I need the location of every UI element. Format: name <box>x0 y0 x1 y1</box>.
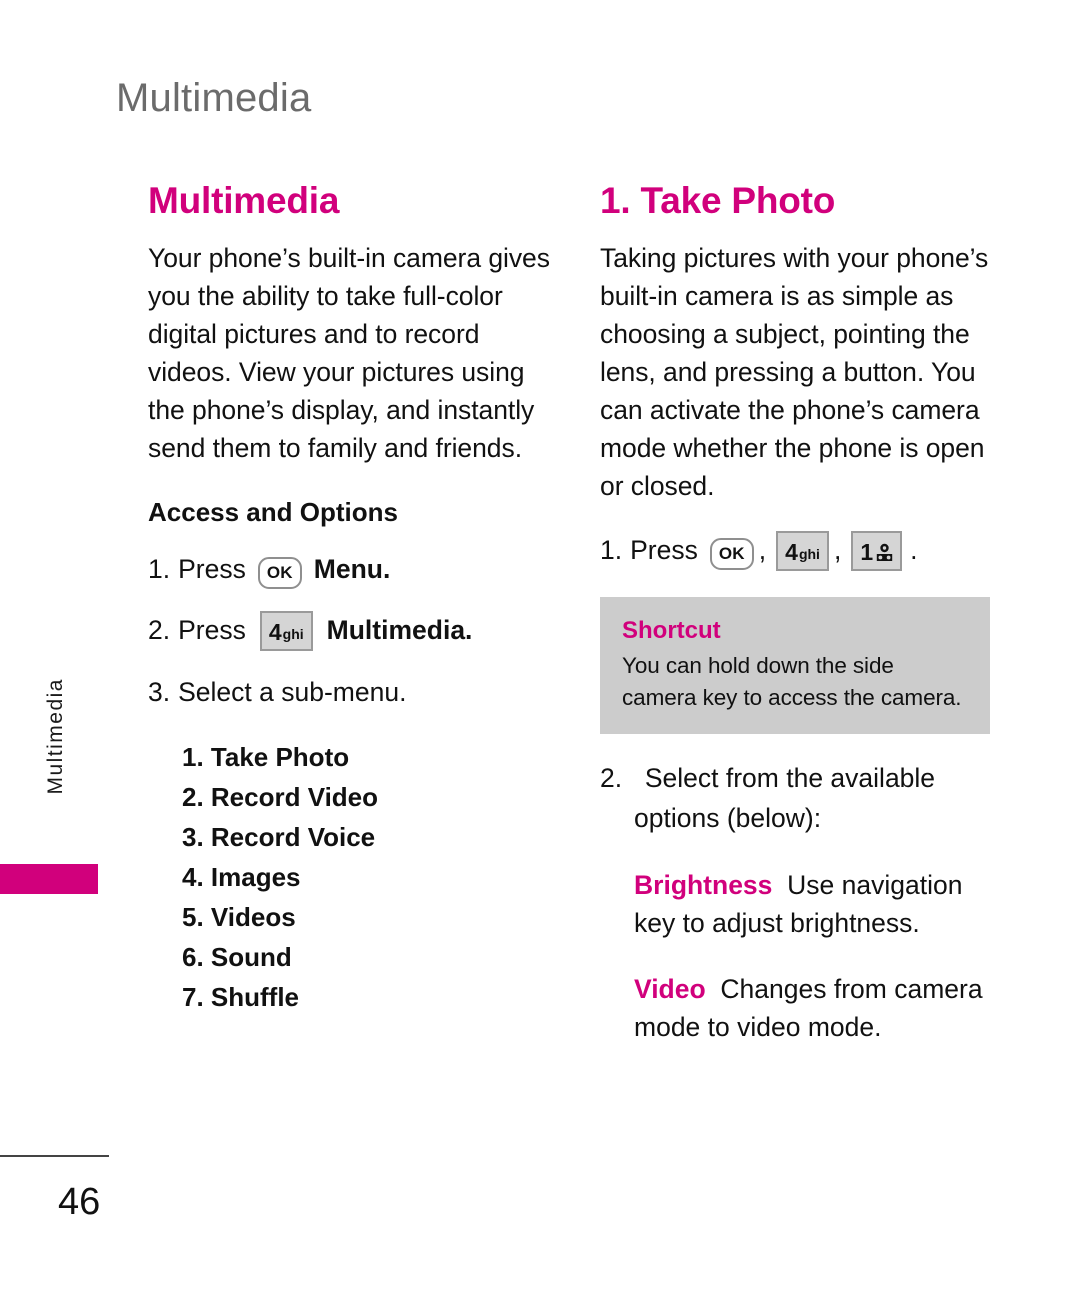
left-column: Multimedia Your phone’s built-in camera … <box>148 180 560 1017</box>
footer-rule <box>0 1155 109 1157</box>
numeric-key-4ghi-icon[interactable]: 4ghi <box>776 530 829 571</box>
key-letters: ghi <box>282 626 304 643</box>
step-verb: Press <box>178 615 246 646</box>
right-intro-paragraph: Taking pictures with your phone’s built-… <box>600 242 989 501</box>
access-and-options-heading: Access and Options <box>148 496 398 527</box>
list-item[interactable]: 7. Shuffle <box>182 977 560 1017</box>
step-target-menu: Menu. <box>313 554 391 585</box>
step-number: 1. <box>600 534 623 565</box>
option-brightness: Brightness Use navigation key to adjust … <box>600 866 1000 942</box>
numeric-key-1-icon[interactable]: 1 <box>851 530 903 571</box>
callout-title: Shortcut <box>622 616 721 644</box>
list-item[interactable]: 3. Record Voice <box>182 817 560 857</box>
side-tab-marker <box>0 864 98 894</box>
step-target-multimedia: Multimedia. <box>326 615 473 646</box>
step-number: 2. <box>148 615 171 646</box>
key-digit: 4 <box>785 538 798 565</box>
option-term: Brightness <box>634 870 773 901</box>
step-press-4: 2. Press 4ghi Multimedia. <box>148 611 560 652</box>
step-verb: Press <box>178 554 246 585</box>
step-number: 3. <box>148 677 171 708</box>
step-select-submenu: 3. Select a sub-menu. <box>148 673 560 711</box>
step-select-options: 2. Select from the available options (be… <box>600 758 1000 838</box>
step-press-sequence: 1. Press OK , 4ghi , 1 . <box>600 530 1000 571</box>
step-number: 2. <box>600 763 623 794</box>
list-item[interactable]: 1. Take Photo <box>182 737 560 777</box>
option-video: Video Changes from camera mode to video … <box>600 970 1000 1046</box>
numeric-key-4ghi-icon[interactable]: 4ghi <box>259 611 313 652</box>
side-tab-label: Multimedia <box>44 678 67 795</box>
sentence-period: . <box>910 534 918 565</box>
page-number: 46 <box>58 1181 101 1223</box>
step-number: 1. <box>148 554 171 585</box>
separator-comma: , <box>833 534 842 565</box>
list-item[interactable]: 2. Record Video <box>182 777 560 817</box>
manual-page: Multimedia Multimedia Multimedia Your ph… <box>0 0 1080 1295</box>
right-section-title: 1. Take Photo <box>600 180 836 221</box>
ok-key-icon[interactable]: OK <box>709 537 754 570</box>
step-text: Select from the available options (below… <box>634 763 936 834</box>
separator-comma: , <box>758 534 767 565</box>
list-item[interactable]: 6. Sound <box>182 937 560 977</box>
shortcut-callout: Shortcut You can hold down the side came… <box>600 596 990 735</box>
key-digit: 4 <box>268 619 282 646</box>
right-column: 1. Take Photo Taking pictures with your … <box>600 180 1000 1046</box>
list-item[interactable]: 5. Videos <box>182 897 560 937</box>
voicemail-icon <box>876 540 893 561</box>
step-text: Select a sub-menu. <box>178 677 407 708</box>
list-item[interactable]: 4. Images <box>182 857 560 897</box>
step-press-ok: 1. Press OK Menu. <box>148 550 560 590</box>
ok-key-icon[interactable]: OK <box>257 557 302 590</box>
left-intro-paragraph: Your phone’s built-in camera gives you t… <box>148 242 550 463</box>
left-section-title: Multimedia <box>148 180 340 221</box>
multimedia-submenu-list: 1. Take Photo 2. Record Video 3. Record … <box>148 737 560 1017</box>
key-digit: 1 <box>860 538 874 565</box>
option-term: Video <box>634 974 706 1005</box>
step-verb: Press <box>630 534 698 565</box>
running-header: Multimedia <box>116 76 312 120</box>
key-letters: ghi <box>798 545 820 562</box>
callout-body: You can hold down the side camera key to… <box>622 653 962 711</box>
